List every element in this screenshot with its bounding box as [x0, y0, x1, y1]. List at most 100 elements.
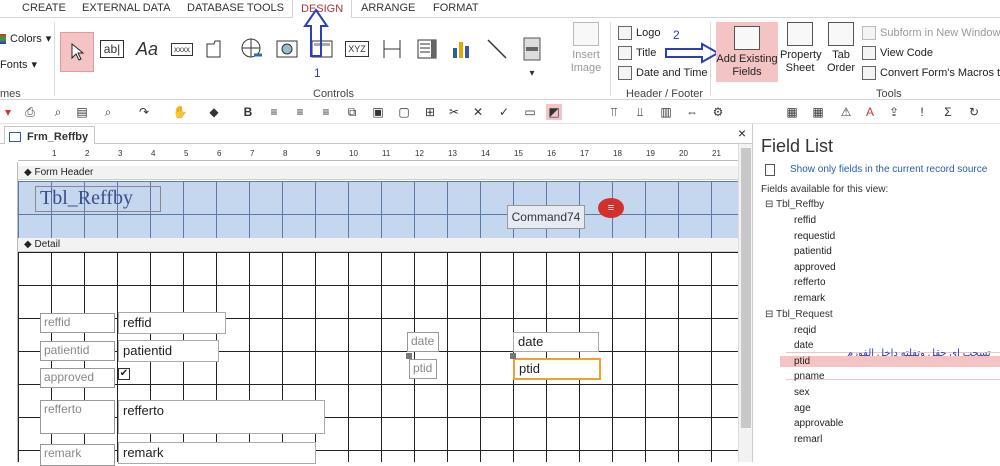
field-item[interactable]: patientid: [794, 246, 832, 257]
page-break-control-icon[interactable]: [377, 34, 407, 64]
redo-icon[interactable]: ↷: [136, 104, 152, 120]
field-item[interactable]: pname: [794, 371, 825, 382]
access-icon[interactable]: A: [862, 104, 878, 120]
field-item[interactable]: requestid: [794, 231, 835, 242]
tab-format[interactable]: FORMAT: [433, 2, 479, 14]
option-group-control-icon[interactable]: XYZ: [342, 34, 372, 64]
dropdown-icon[interactable]: ▾: [0, 104, 16, 120]
view-code-button[interactable]: View Code: [862, 46, 933, 60]
macro-icon[interactable]: ⚙: [710, 104, 726, 120]
field-item[interactable]: refferto: [794, 277, 826, 288]
add-existing-fields-button[interactable]: Add Existing Fields: [716, 22, 778, 82]
textbox-control-icon[interactable]: ab|: [97, 34, 127, 64]
select-pointer-icon[interactable]: [60, 32, 94, 72]
zoom-icon[interactable]: ⌕: [50, 104, 66, 120]
form-header-bar[interactable]: ◆ Form Header: [18, 166, 738, 180]
close-document-icon[interactable]: ×: [738, 125, 746, 141]
zoom-dropdown-icon[interactable]: ⌕: [100, 104, 116, 120]
remark-textbox[interactable]: remark: [118, 442, 316, 464]
tab-order-button[interactable]: Tab Order: [824, 22, 858, 75]
bold-icon[interactable]: B: [240, 104, 256, 120]
table-node-tbl_reffby[interactable]: ⊟ Tbl_Reffby: [765, 199, 824, 210]
hyperlink-control-icon[interactable]: [237, 34, 267, 64]
subform-new-window-button[interactable]: Subform in New Window: [862, 26, 1000, 40]
refferto-label[interactable]: refferto: [40, 400, 115, 434]
spacing-icon[interactable]: ⇔: [684, 104, 700, 120]
page-icon[interactable]: ▤: [74, 104, 90, 120]
field-item[interactable]: remark: [794, 293, 825, 304]
toggle-button-control-icon[interactable]: [517, 34, 547, 64]
tab-arrange[interactable]: ARRANGE: [361, 2, 415, 14]
detail-bar[interactable]: ◆ Detail: [18, 238, 738, 252]
tab-external-data[interactable]: EXTERNAL DATA: [82, 2, 170, 14]
web-browser-control-icon[interactable]: [272, 34, 302, 64]
form-title-label[interactable]: Tbl_Reffby: [35, 186, 161, 212]
date-label[interactable]: date: [407, 332, 439, 352]
align-bottom-icon[interactable]: ⫫: [632, 104, 648, 120]
field-item[interactable]: remarl: [794, 434, 822, 445]
date-textbox[interactable]: date: [513, 332, 599, 352]
command74-button[interactable]: Command74: [507, 205, 585, 229]
label-control-icon[interactable]: Aa: [132, 34, 162, 64]
line-control-icon[interactable]: [482, 34, 512, 64]
delete-icon[interactable]: ✕: [470, 104, 486, 120]
scrollbar-thumb[interactable]: [741, 148, 751, 428]
detail-section[interactable]: reffid reffid patientid patientid approv…: [18, 252, 738, 466]
field-item[interactable]: reqid: [794, 325, 816, 336]
chart-icon[interactable]: ◩: [546, 104, 562, 120]
date-time-button[interactable]: Date and Time: [618, 66, 708, 80]
form-header-section[interactable]: Tbl_Reffby Command74 ≡: [18, 181, 738, 238]
align-top-icon[interactable]: ⫪: [606, 104, 622, 120]
table-icon[interactable]: ▦: [810, 104, 826, 120]
field-item[interactable]: reffid: [794, 215, 816, 226]
patientid-label[interactable]: patientid: [40, 341, 115, 361]
title-button[interactable]: Title: [618, 46, 656, 60]
field-item[interactable]: sex: [794, 387, 810, 398]
align-right-icon[interactable]: ≡: [318, 104, 334, 120]
show-only-fields-link[interactable]: Show only fields in the current record s…: [790, 164, 987, 175]
patientid-textbox[interactable]: patientid: [118, 340, 219, 362]
copy-icon[interactable]: ⧉: [344, 104, 360, 120]
sum-icon[interactable]: Σ: [940, 104, 956, 120]
property-sheet-button[interactable]: Property Sheet: [780, 22, 822, 75]
info-icon[interactable]: !: [914, 104, 930, 120]
remark-label[interactable]: remark: [40, 444, 115, 466]
grid-icon[interactable]: ⊞: [422, 104, 438, 120]
align-center-icon[interactable]: ≡: [292, 104, 308, 120]
colors-button[interactable]: Colors ▾: [0, 32, 51, 45]
ptid-textbox[interactable]: ptid: [513, 358, 601, 380]
reffid-textbox[interactable]: reffid: [118, 312, 226, 334]
tab-control-icon[interactable]: [202, 34, 232, 64]
field-item[interactable]: approved: [794, 262, 836, 273]
approved-checkbox[interactable]: ✔: [118, 368, 130, 380]
layout-icon[interactable]: ▦: [784, 104, 800, 120]
align-left-icon[interactable]: ≡: [266, 104, 282, 120]
refferto-textbox[interactable]: refferto: [118, 400, 325, 434]
reffid-label[interactable]: reffid: [40, 313, 115, 333]
move-handle[interactable]: [510, 353, 516, 359]
button-control-icon[interactable]: xxxx: [167, 34, 197, 64]
export-icon[interactable]: ⇪: [886, 104, 902, 120]
combo-box-control-icon[interactable]: [412, 34, 442, 64]
ptid-label[interactable]: ptid: [409, 359, 437, 379]
chart-control-icon[interactable]: [447, 34, 477, 64]
move-handle[interactable]: [406, 353, 412, 359]
refresh-icon[interactable]: ↻: [966, 104, 982, 120]
size-icon[interactable]: ▥: [658, 104, 674, 120]
paint-format-icon[interactable]: ✋: [172, 104, 188, 120]
approved-label[interactable]: approved: [40, 368, 115, 388]
error-badge-icon[interactable]: ≡: [598, 198, 624, 218]
field-item[interactable]: ptid: [780, 355, 1000, 367]
bring-front-icon[interactable]: ▣: [370, 104, 386, 120]
send-back-icon[interactable]: ▢: [396, 104, 412, 120]
ruler-icon[interactable]: ▭: [522, 104, 538, 120]
print-icon[interactable]: ⎙: [22, 104, 38, 120]
controls-more-icon[interactable]: ▾: [517, 66, 547, 80]
logo-button[interactable]: Logo: [618, 26, 660, 40]
vertical-scrollbar[interactable]: [738, 144, 752, 462]
warning-icon[interactable]: ⚠: [838, 104, 854, 120]
insert-image-button[interactable]: Insert Image: [567, 22, 605, 75]
document-tab[interactable]: Frm_Reffby: [4, 126, 96, 144]
table-node-tbl_request[interactable]: ⊟ Tbl_Request: [765, 309, 833, 320]
field-item[interactable]: age: [794, 403, 811, 414]
